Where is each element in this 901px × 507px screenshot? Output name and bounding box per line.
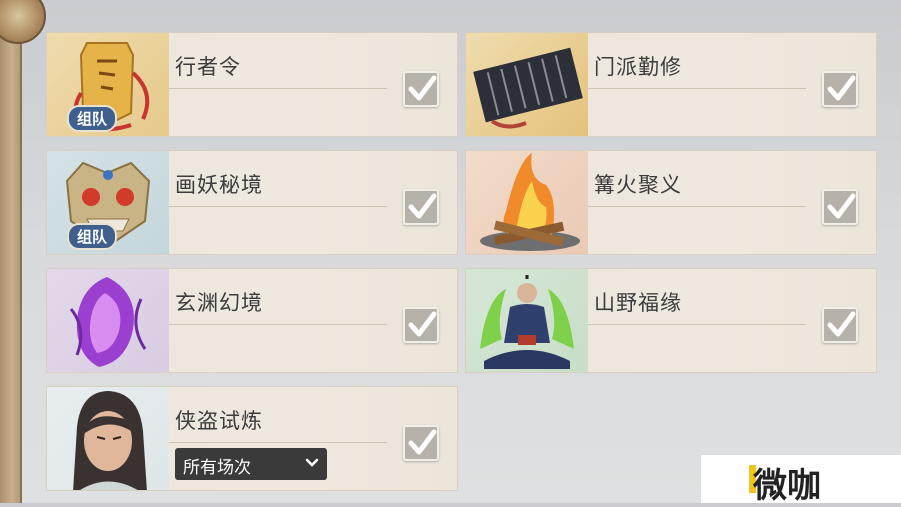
watermark-logo: 微咖 [701,455,901,506]
checkbox-checked[interactable] [822,189,858,225]
activity-card-xiadao-shilian[interactable]: 侠盗试炼 所有场次 [46,386,458,491]
checkmark-icon [408,193,437,219]
activity-title: 山野福缘 [594,291,682,315]
checkbox-checked[interactable] [403,71,439,107]
activity-card-xuanyuan-huanjing[interactable]: 玄渊幻境 [46,268,458,373]
left-frame-border [0,0,22,503]
checkmark-icon [827,75,856,101]
activity-title: 篝火聚义 [594,173,682,197]
divider [588,88,806,89]
divider [588,324,806,325]
swordsman-portrait-icon [47,387,169,490]
activity-card-xingzheling[interactable]: 组队 行者令 [46,32,458,137]
checkmark-icon [827,311,856,337]
activity-card-gouhuo-juyi[interactable]: 篝火聚义 [465,150,877,255]
checkbox-checked[interactable] [822,307,858,343]
divider [588,206,806,207]
session-dropdown[interactable]: 所有场次 [175,448,327,480]
team-badge: 组队 [67,105,118,132]
checkbox-checked[interactable] [403,307,439,343]
divider [169,88,387,89]
chevron-down-icon [305,458,319,467]
activity-title: 玄渊幻境 [175,291,263,315]
checkmark-icon [408,429,437,455]
token-icon: 组队 [47,33,169,136]
checkmark-icon [408,311,437,337]
meditating-monk-icon [466,269,588,372]
activity-title: 画妖秘境 [175,173,263,197]
activity-title: 行者令 [175,55,241,79]
frame-ornament [0,0,46,44]
team-badge: 组队 [67,223,118,250]
activity-title: 门派勤修 [594,55,682,79]
activity-card-menpai-qinxiu[interactable]: 门派勤修 [465,32,877,137]
checkmark-icon [408,75,437,101]
demon-mask-icon: 组队 [47,151,169,254]
divider [169,206,387,207]
activity-card-shanye-fuyuan[interactable]: 山野福缘 [465,268,877,373]
scroll-icon [466,33,588,136]
activity-card-huayao-mijing[interactable]: 组队 画妖秘境 [46,150,458,255]
checkmark-icon [827,193,856,219]
activity-title: 侠盗试炼 [175,409,263,433]
divider [169,442,387,443]
dropdown-value: 所有场次 [183,458,251,478]
checkbox-checked[interactable] [822,71,858,107]
checkbox-checked[interactable] [403,189,439,225]
purple-crystal-icon [47,269,169,372]
bonfire-icon [466,151,588,254]
watermark-text: 微咖 [753,466,821,506]
checkbox-checked[interactable] [403,425,439,461]
divider [169,324,387,325]
